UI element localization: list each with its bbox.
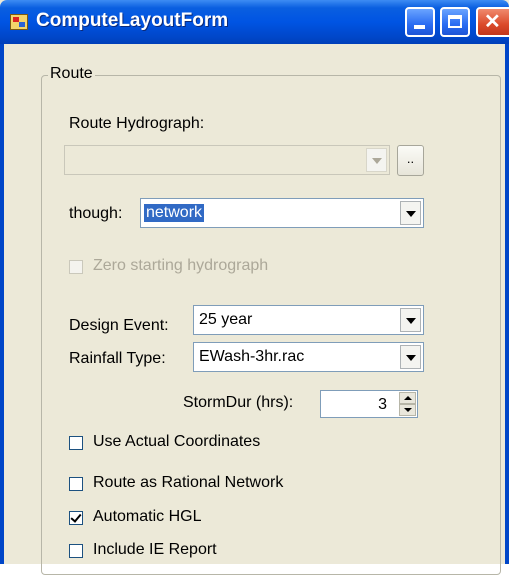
storm-duration-spinner[interactable]: 3 xyxy=(320,390,418,418)
route-as-rational-network-label: Route as Rational Network xyxy=(93,474,284,491)
route-as-rational-network-checkbox[interactable] xyxy=(69,477,83,491)
compute-layout-form-window: ComputeLayoutForm ✕ Route Route Hydrogra… xyxy=(0,0,509,575)
use-actual-coordinates-checkbox[interactable] xyxy=(69,436,83,450)
design-event-value: 25 year xyxy=(199,311,253,328)
rainfall-type-value: EWash-3hr.rac xyxy=(199,348,305,365)
chevron-down-icon[interactable] xyxy=(366,148,387,172)
spin-up-icon[interactable] xyxy=(399,392,416,404)
though-label: though: xyxy=(69,205,123,222)
though-combo[interactable]: network xyxy=(140,198,424,228)
storm-duration-label: StormDur (hrs): xyxy=(183,394,294,411)
spin-down-icon[interactable] xyxy=(399,404,416,416)
maximize-button[interactable] xyxy=(440,7,470,37)
close-button[interactable]: ✕ xyxy=(476,7,509,37)
chevron-down-icon[interactable] xyxy=(400,308,421,332)
rainfall-type-combo[interactable]: EWash-3hr.rac xyxy=(193,342,424,372)
window-frame-right xyxy=(505,44,509,564)
window-frame-left xyxy=(0,44,4,564)
chevron-down-icon[interactable] xyxy=(400,345,421,369)
close-icon: ✕ xyxy=(484,11,501,33)
storm-duration-value: 3 xyxy=(378,396,387,413)
route-group-legend: Route xyxy=(48,65,95,83)
zero-starting-hydrograph-label: Zero starting hydrograph xyxy=(93,257,269,274)
automatic-hgl-label: Automatic HGL xyxy=(93,508,202,525)
chevron-down-icon[interactable] xyxy=(400,201,421,225)
include-ie-report-checkbox[interactable] xyxy=(69,544,83,558)
title-bar[interactable]: ComputeLayoutForm ✕ xyxy=(0,0,509,44)
rainfall-type-label: Rainfall Type: xyxy=(69,350,166,367)
use-actual-coordinates-label: Use Actual Coordinates xyxy=(93,433,261,450)
window-title: ComputeLayoutForm xyxy=(36,10,229,31)
browse-button[interactable]: .. xyxy=(397,145,424,176)
maximize-icon xyxy=(448,15,462,28)
zero-starting-hydrograph-checkbox[interactable] xyxy=(69,260,83,274)
automatic-hgl-checkbox[interactable] xyxy=(69,511,83,525)
though-value: network xyxy=(144,204,205,222)
design-event-combo[interactable]: 25 year xyxy=(193,305,424,335)
app-form-icon[interactable] xyxy=(10,14,28,30)
minimize-button[interactable] xyxy=(405,7,435,37)
route-hydrograph-combo[interactable] xyxy=(64,145,390,175)
route-hydrograph-label: Route Hydrograph: xyxy=(69,115,205,132)
design-event-label: Design Event: xyxy=(69,317,169,334)
include-ie-report-label: Include IE Report xyxy=(93,541,217,558)
minimize-icon xyxy=(414,25,425,29)
